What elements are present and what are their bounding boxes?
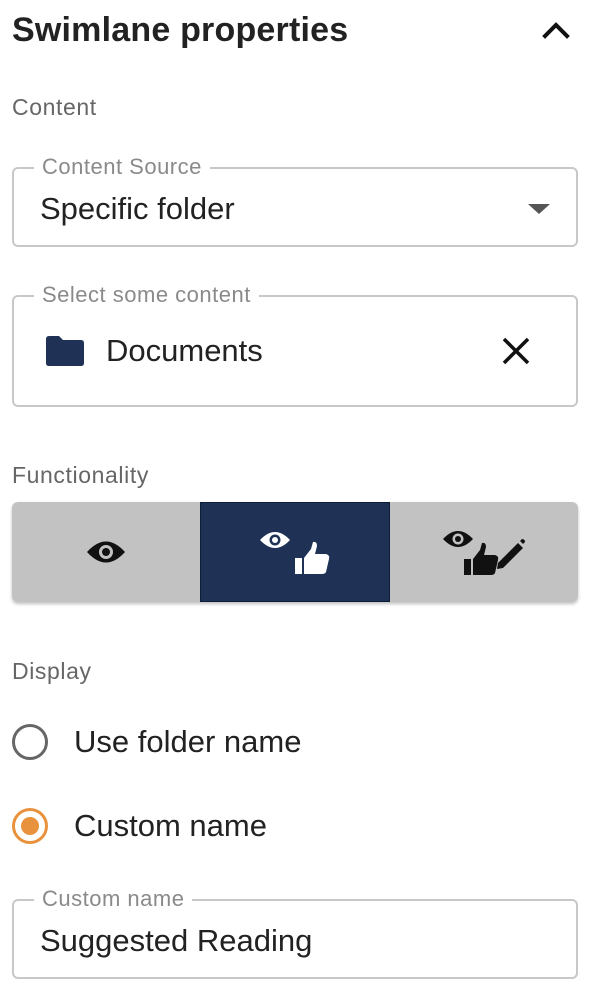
panel-title: Swimlane properties <box>12 10 349 49</box>
eye-thumbs-up-icon <box>260 532 330 574</box>
functionality-section-label: Functionality <box>12 462 149 488</box>
view-only-button[interactable] <box>12 502 200 602</box>
content-source-legend: Content Source <box>34 154 210 180</box>
radio-button-checked[interactable] <box>12 808 48 844</box>
radio-label: Use folder name <box>74 724 302 759</box>
selected-content-item: Documents <box>106 333 263 368</box>
functionality-toggle-group <box>12 502 578 602</box>
select-content-field[interactable]: Select some content Documents <box>12 282 578 407</box>
custom-name-input[interactable]: Custom name Suggested Reading <box>12 886 578 979</box>
radio-button[interactable] <box>12 724 48 760</box>
custom-name-legend: Custom name <box>34 886 193 912</box>
content-section-label: Content <box>12 94 97 120</box>
dropdown-arrow-icon[interactable] <box>528 204 550 214</box>
content-source-select[interactable]: Content Source Specific folder <box>12 154 578 247</box>
custom-name-value[interactable]: Suggested Reading <box>40 923 312 959</box>
radio-label: Custom name <box>74 808 267 843</box>
panel-header: Swimlane properties <box>12 6 576 54</box>
display-section-label: Display <box>12 658 92 684</box>
chevron-up-icon <box>542 22 570 39</box>
radio-use-folder-name[interactable]: Use folder name <box>12 724 301 760</box>
collapse-button[interactable] <box>536 10 576 50</box>
eye-icon <box>87 541 125 563</box>
content-source-value: Specific folder <box>40 191 235 226</box>
select-content-legend: Select some content <box>34 282 259 308</box>
eye-thumbs-up-pencil-icon <box>443 531 525 575</box>
view-and-like-button[interactable] <box>200 502 390 602</box>
close-icon[interactable] <box>500 335 532 367</box>
view-like-edit-button[interactable] <box>390 502 578 602</box>
radio-custom-name[interactable]: Custom name <box>12 808 267 844</box>
folder-icon <box>46 336 84 366</box>
